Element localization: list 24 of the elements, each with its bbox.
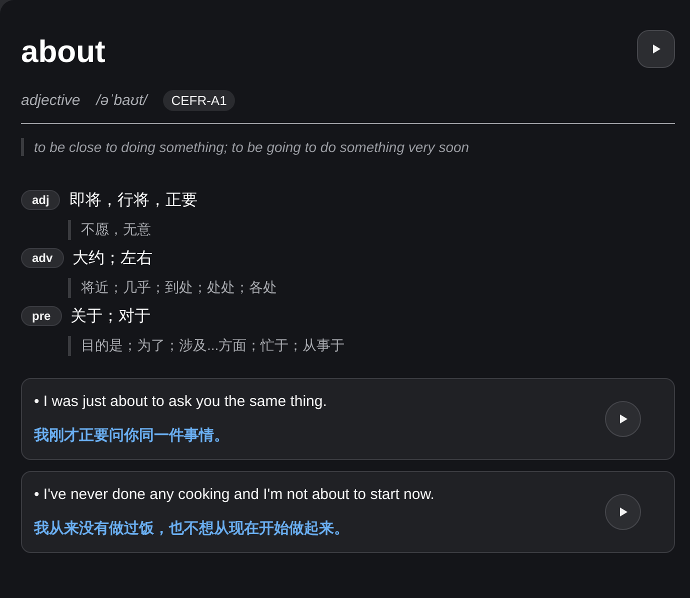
note-text: 目的是；为了；涉及...方面；忙于；从事于 — [68, 336, 675, 356]
note-text: 不愿，无意 — [68, 220, 675, 240]
play-icon — [650, 43, 662, 55]
part-of-speech-tag: pre — [21, 306, 62, 326]
pronunciation: /əˈbaʊt/ — [96, 92, 148, 109]
play-button[interactable] — [605, 494, 641, 530]
meaning-text: 大约；左右 — [72, 248, 153, 268]
definition-text: to be close to doing something; to be going to do something very soon — [21, 138, 675, 156]
example-sentence: • I've never done any cooking and I'm not about to start now. — [34, 486, 434, 503]
meaning-text: 即将，行将，正要 — [69, 190, 198, 210]
level-badge: CEFR-A1 — [163, 90, 235, 111]
part-of-speech-tag: adv — [21, 248, 64, 268]
example-sentence: • I was just about to ask you the same thing. — [34, 393, 327, 410]
example-translation: 我刚才正要问你同一件事情。 — [34, 426, 230, 445]
word-title: about — [21, 34, 106, 70]
play-button[interactable] — [637, 30, 675, 68]
example-translation: 我从来没有做过饭，也不想从现在开始做起来。 — [34, 519, 350, 538]
part-of-speech: adjective — [21, 92, 80, 109]
note-text: 将近；几乎；到处；处处；各处 — [68, 278, 675, 298]
play-icon — [617, 506, 629, 518]
play-button[interactable] — [605, 401, 641, 437]
meaning-text: 关于；对于 — [70, 306, 151, 326]
part-of-speech-tag: adj — [21, 190, 60, 210]
play-icon — [617, 413, 629, 425]
